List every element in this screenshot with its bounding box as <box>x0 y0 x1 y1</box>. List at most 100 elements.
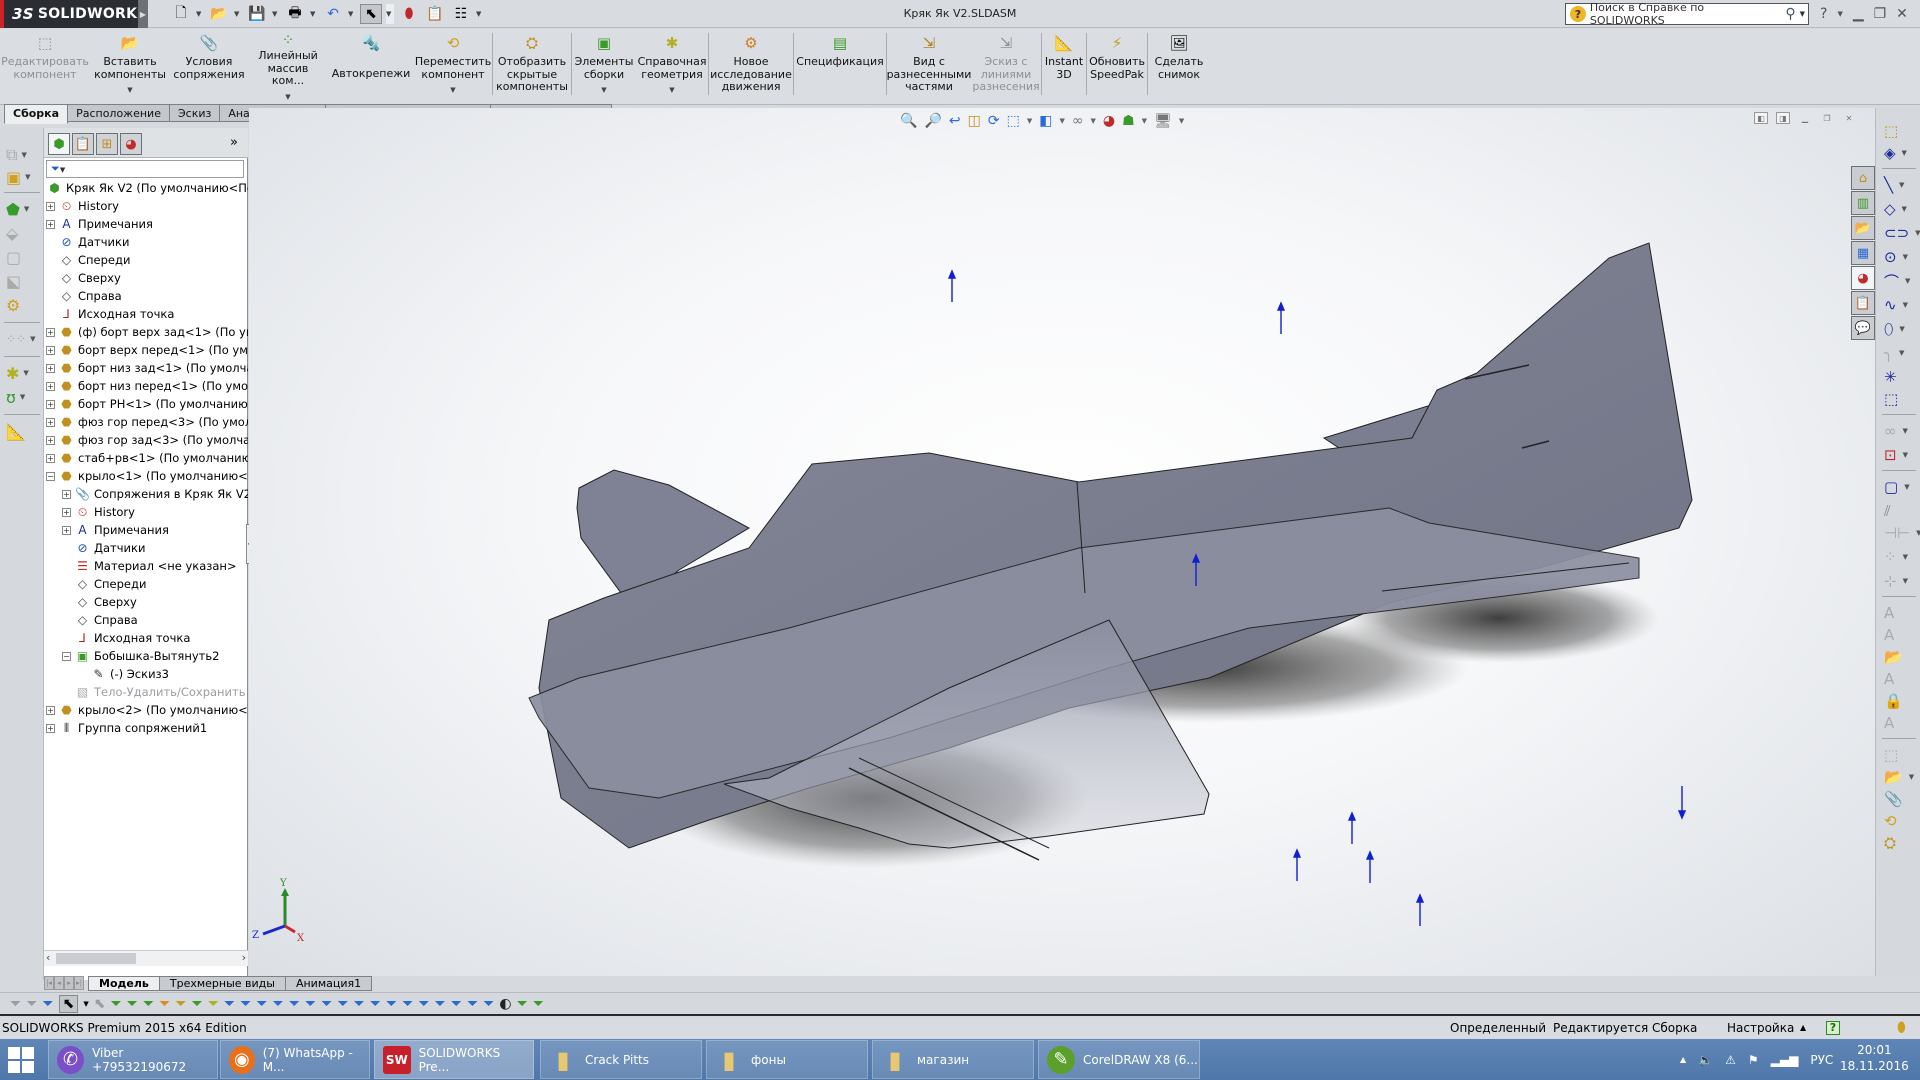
signal-strength-icon[interactable]: ▂▄▆ <box>1771 1053 1799 1067</box>
help-search-input[interactable]: ? Поиск в Справке по SOLIDWORKS ⚲ ▼ <box>1565 1 1809 27</box>
point-icon[interactable]: ✳ <box>1884 366 1918 388</box>
move-component-button[interactable]: ⟲ Переместить компонент ▼ <box>414 29 492 103</box>
explode-line-sketch-button[interactable]: ⇲ Эскиз с линиями разнесения <box>971 29 1041 103</box>
edit-component-button[interactable]: ⬚ Редактировать компонент <box>0 29 90 103</box>
taskbar-item[interactable]: ▮ Crack Pitts <box>540 1040 702 1079</box>
show-hidden-icons-arrow[interactable]: ▲ <box>1680 1055 1686 1064</box>
menu-expand-arrow[interactable]: ▶ <box>138 0 148 28</box>
units-setting[interactable]: Настройка <box>1727 1018 1794 1038</box>
datum-icon[interactable]: A <box>1884 668 1918 690</box>
tree-item[interactable]: + ⬣ стаб+рв<1> (По умолчанию <box>46 449 248 467</box>
first-tab-button[interactable]: |◂ <box>44 976 54 990</box>
taskbar-item[interactable]: ✎ CorelDRAW X8 (6... <box>1038 1040 1200 1079</box>
select-pointer-icon[interactable]: ⬉ <box>360 4 382 24</box>
undo-dropdown[interactable]: ▼ <box>348 10 356 18</box>
filter-solid-bodies-icon[interactable]: ⏷ <box>175 996 186 1012</box>
taskbar-item[interactable]: ▮ фоны <box>706 1040 868 1079</box>
reference-geometry-icon[interactable]: ✱ ▼ <box>6 362 38 384</box>
tree-item[interactable]: ◇ Справа <box>46 287 122 305</box>
scroll-right-arrow[interactable]: › <box>242 951 246 964</box>
filter-weld-symbols-icon[interactable]: ⏷ <box>370 996 381 1012</box>
save-dropdown[interactable]: ▼ <box>272 10 280 18</box>
new-document-icon[interactable]: 🗋 <box>170 4 192 24</box>
tab-assembly[interactable]: Сборка <box>4 104 69 124</box>
options-dropdown[interactable]: ▼ <box>476 10 484 18</box>
filter-planes-icon[interactable]: ⏷ <box>208 996 219 1012</box>
instant-3d-icon[interactable]: 📐 <box>6 420 38 442</box>
note-icon[interactable]: A <box>1884 602 1918 624</box>
join-icon[interactable]: ⬕ <box>6 270 38 292</box>
prev-tab-button[interactable]: ◂ <box>54 976 64 990</box>
airplane-model[interactable] <box>249 108 1875 976</box>
file-explorer-icon[interactable]: 📂 <box>1851 216 1875 240</box>
tree-item[interactable]: + 📎 Сопряжения в Кряк Як V2 <box>62 485 248 503</box>
filter-components-icon[interactable]: ⏷ <box>517 996 528 1012</box>
lock-annotation-icon[interactable]: 🔒 <box>1884 690 1918 712</box>
tree-item[interactable]: ⅃ Исходная точка <box>46 305 174 323</box>
expand-icon[interactable]: + <box>46 399 55 409</box>
edit-component-icon[interactable]: ⧉ ▼ <box>6 144 38 166</box>
tab-animation1[interactable]: Анимация1 <box>284 975 373 991</box>
open-dropdown[interactable]: ▼ <box>234 10 242 18</box>
collapse-icon[interactable]: − <box>62 651 71 661</box>
search-dropdown[interactable]: ▼ <box>1800 10 1808 18</box>
new-motion-study-button[interactable]: ⚙ Новое исследование движения <box>709 29 793 103</box>
tree-item[interactable]: + ⬣ борт низ перед<1> (По умол <box>46 377 248 395</box>
tree-item[interactable]: + ⬣ фюз гор зад<3> (По умолчан <box>46 431 248 449</box>
restore-icon[interactable]: ❐ <box>1874 6 1887 22</box>
line-icon[interactable]: ╲ ▼ <box>1884 174 1918 196</box>
tab-sketch[interactable]: Эскиз <box>168 104 221 122</box>
filter-dowel-pin-icon[interactable]: ⏷ <box>435 996 446 1012</box>
ellipse-icon[interactable]: ⬯ ▼ <box>1884 318 1918 340</box>
filter-welds-icon[interactable]: ◐ <box>499 996 511 1012</box>
featuremanager-tree-icon[interactable]: ⬢ <box>48 133 70 155</box>
tree-item[interactable]: − ▣ Бобышка-Вытянуть2 <box>62 647 219 665</box>
collapse-icon[interactable]: − <box>46 471 55 481</box>
shell-icon[interactable]: ⬙ <box>6 222 38 244</box>
filter-notes-icon[interactable]: ⏷ <box>354 996 365 1012</box>
action-center-flag-icon[interactable]: ⚑ <box>1748 1053 1759 1067</box>
appearances-icon[interactable]: ◕ <box>1851 266 1875 290</box>
tree-item[interactable]: ◇ Справа <box>62 611 138 629</box>
undo-icon[interactable]: ↶ <box>322 4 344 24</box>
open-folder-icon[interactable]: 📂 <box>208 4 230 24</box>
new-assembly-icon[interactable]: ⬟ ▼ <box>6 198 38 220</box>
tab-layout[interactable]: Расположение <box>67 104 170 122</box>
filter-axes-icon[interactable]: ⏷ <box>191 996 202 1012</box>
tree-item[interactable]: + ⫴ Группа сопряжений1 <box>46 719 207 737</box>
expand-icon[interactable]: + <box>46 363 55 373</box>
filter-vertices-icon[interactable]: ⏷ <box>110 996 121 1012</box>
tree-item[interactable]: + ⬣ (ф) борт верх зад<1> (По умол <box>46 323 248 341</box>
tree-item[interactable]: ▧ Тело-Удалить/Сохранить <box>62 683 246 701</box>
expand-icon[interactable]: + <box>46 723 55 733</box>
taskbar-item[interactable]: ◉ (7) WhatsApp - M... <box>220 1040 370 1079</box>
tree-item[interactable]: ⊘ Датчики <box>62 539 145 557</box>
construction-geometry-icon[interactable]: ⬚ <box>1884 388 1918 410</box>
expand-icon[interactable]: + <box>62 525 71 535</box>
options-list-icon[interactable]: ☷ <box>450 4 472 24</box>
last-tab-button[interactable]: ▸| <box>74 976 84 990</box>
toggle-filter-icon[interactable]: ⏷ <box>10 996 21 1012</box>
smart-fasteners-icon[interactable]: ⚙ <box>6 294 38 316</box>
filter-dimensions-icon[interactable]: ⏷ <box>305 996 316 1012</box>
expand-icon[interactable]: + <box>46 453 55 463</box>
forum-icon[interactable]: 💬 <box>1851 316 1875 340</box>
move-component-icon[interactable]: ⟲ <box>1884 810 1918 832</box>
tree-item[interactable]: + ⬣ фюз гор перед<3> (По умолч <box>46 413 248 431</box>
mirror-entities-icon[interactable]: ⊣⊢ ▼ <box>1884 522 1920 544</box>
expand-icon[interactable]: + <box>62 489 71 499</box>
filter-midpoints-icon[interactable]: ⏷ <box>256 996 267 1012</box>
tree-item[interactable]: + A Примечания <box>46 215 153 233</box>
pattern-icon[interactable]: ⁘⁘ ▼ <box>6 328 38 350</box>
tree-item[interactable]: ⅃ Исходная точка <box>62 629 190 647</box>
custom-properties-icon[interactable]: 📋 <box>1851 291 1875 315</box>
print-dropdown[interactable]: ▼ <box>310 10 318 18</box>
move-entities-icon[interactable]: ⊹ ▼ <box>1884 570 1918 592</box>
tree-item[interactable]: ◇ Сверху <box>62 593 137 611</box>
tree-item[interactable]: + ⏲ History <box>62 503 135 521</box>
graphics-area[interactable]: 🔍 🔎 ↩ ◫ ⟳ ⬚ ▼ ◧ ▼ ∞ ▼ ◕ ☗ ▼ 🖥 ▼ ◧ ◨ ▁ ❐ ✕ <box>249 108 1875 976</box>
display-relations-icon[interactable]: ⊡ ▼ <box>1884 444 1918 466</box>
rebuild-indicator-icon[interactable]: ⬮ <box>1897 1018 1906 1038</box>
arc-icon[interactable]: ⌒ ▼ <box>1884 270 1918 292</box>
select-other-icon[interactable]: ⬉ <box>94 996 106 1012</box>
